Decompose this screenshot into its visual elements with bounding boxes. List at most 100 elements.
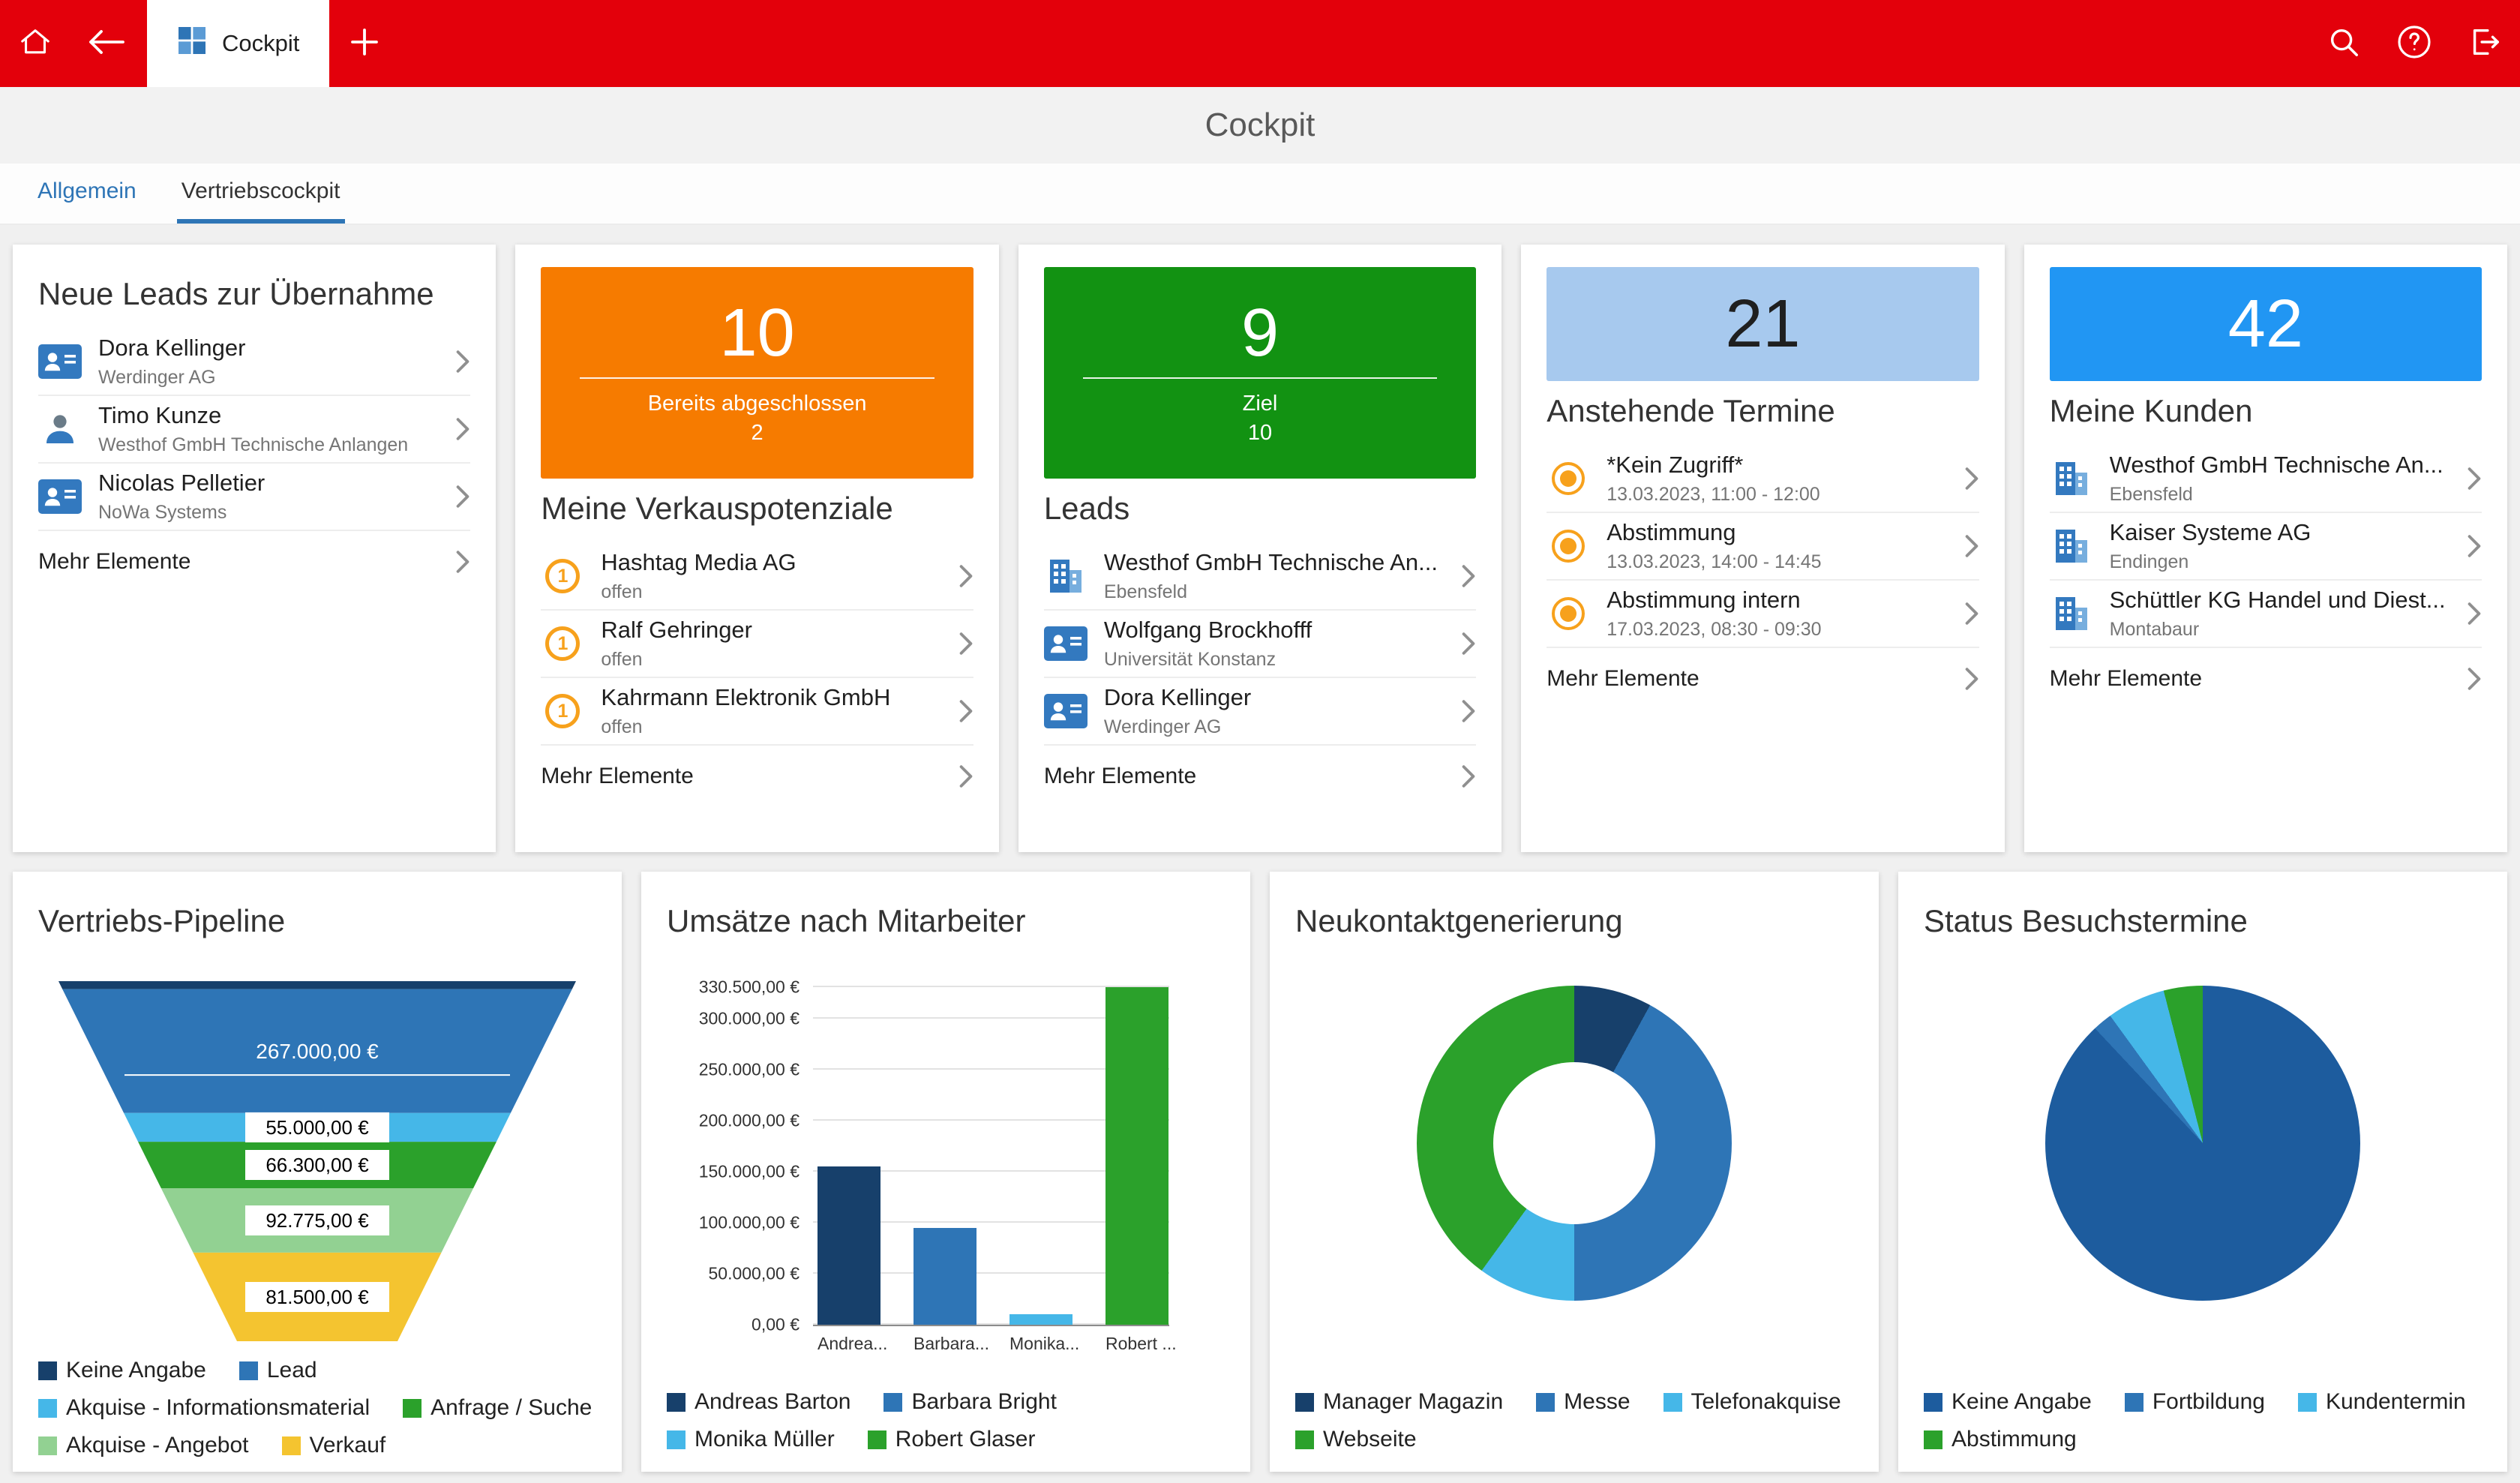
open-tab-cockpit[interactable]: Cockpit [147, 0, 329, 87]
more-elements[interactable]: Mehr Elemente [1044, 746, 1476, 807]
view-tabs: Allgemein Vertriebscockpit [0, 164, 2520, 225]
y-axis-tick-label: 50.000,00 € [708, 1263, 800, 1283]
list-item[interactable]: Dora KellingerWerdinger AG [1044, 678, 1476, 746]
tab-label: Cockpit [222, 30, 299, 57]
more-elements[interactable]: Mehr Elemente [2050, 648, 2482, 710]
logout-button[interactable] [2450, 0, 2520, 87]
list-item[interactable]: 1Ralf Gehringeroffen [541, 611, 973, 678]
list-item[interactable]: Timo KunzeWesthof GmbH Technische Anlang… [38, 396, 470, 464]
tab-allgemein[interactable]: Allgemein [33, 164, 141, 224]
item-title: Hashtag Media AG [601, 549, 941, 576]
chevron-right-icon [1964, 467, 1979, 491]
card-vertriebs-pipeline: Vertriebs-Pipeline 267.000,00 €55.000,00… [13, 872, 622, 1472]
contact-card-icon [38, 479, 82, 514]
chevron-right-icon [455, 550, 470, 574]
list-item[interactable]: Abstimmung intern17.03.2023, 08:30 - 09:… [1546, 581, 1978, 648]
item-title: Schüttler KG Handel und Diest... [2110, 587, 2450, 614]
chart-title: Status Besuchstermine [1924, 903, 2482, 939]
more-elements[interactable]: Mehr Elemente [38, 531, 470, 593]
item-subtitle: Ebensfeld [2110, 484, 2450, 506]
card-title: Meine Verkauspotenziale [541, 491, 973, 527]
list-item[interactable]: Wolfgang BrockhofffUniversität Konstanz [1044, 611, 1476, 678]
list-item[interactable]: Westhof GmbH Technische An... Ebensfeld [2050, 446, 2482, 513]
list-item[interactable]: Kaiser Systeme AGEndingen [2050, 513, 2482, 581]
window-icon [177, 26, 207, 62]
home-button[interactable] [0, 0, 70, 87]
card-title: Anstehende Termine [1546, 393, 1978, 429]
list-item[interactable]: Dora Kellinger Werdinger AG [38, 329, 470, 396]
list-item[interactable]: Abstimmung13.03.2023, 14:00 - 14:45 [1546, 513, 1978, 581]
more-elements[interactable]: Mehr Elemente [541, 746, 973, 807]
list-item[interactable]: Westhof GmbH Technische An...Ebensfeld [1044, 543, 1476, 611]
legend-label: Webseite [1323, 1427, 1417, 1452]
legend-item: Anfrage / Suche [403, 1395, 592, 1421]
item-title: Westhof GmbH Technische An... [1104, 549, 1444, 576]
kpi-tile-leads[interactable]: 9 Ziel 10 [1044, 267, 1476, 479]
card-list: 1Hashtag Media AGoffen1Ralf Gehringeroff… [541, 543, 973, 746]
item-subtitle: Montabaur [2110, 619, 2450, 641]
card-leads: 9 Ziel 10 Leads Westhof GmbH Technische … [1018, 245, 1502, 852]
appointment-icon [1546, 597, 1590, 630]
list-item[interactable]: Nicolas PelletierNoWa Systems [38, 464, 470, 531]
item-title: Abstimmung [1606, 519, 1947, 546]
kpi-value: 42 [2228, 289, 2303, 360]
card-status-besuchstermine: Status Besuchstermine Keine AngabeFortbi… [1898, 872, 2507, 1472]
item-title: Timo Kunze [98, 402, 439, 429]
item-title: Kahrmann Elektronik GmbH [601, 684, 941, 711]
company-icon [2050, 527, 2093, 565]
chart-legend: Andreas BartonBarbara BrightMonika Mülle… [667, 1373, 1225, 1452]
y-axis-tick-label: 0,00 € [752, 1315, 800, 1335]
kpi-tile-verkaufspotenziale[interactable]: 10 Bereits abgeschlossen 2 [541, 267, 973, 479]
company-icon [2050, 595, 2093, 632]
chart-title: Umsätze nach Mitarbeiter [667, 903, 1225, 939]
search-icon [2326, 25, 2361, 63]
card-list: *Kein Zugriff*13.03.2023, 11:00 - 12:00A… [1546, 446, 1978, 648]
y-axis-tick-label: 330.500,00 € [699, 977, 800, 998]
bar-x-labels: Andrea...Barbara...Monika...Robert ... [818, 1326, 1174, 1354]
company-icon [1044, 557, 1088, 595]
contact-card-icon [1044, 694, 1088, 728]
item-title: Dora Kellinger [98, 335, 439, 362]
legend-swatch [884, 1393, 902, 1412]
contact-card-icon [1044, 626, 1088, 661]
y-axis-tick-label: 200.000,00 € [699, 1110, 800, 1130]
legend-swatch [2125, 1393, 2144, 1412]
list-item[interactable]: Schüttler KG Handel und Diest... Montabau… [2050, 581, 2482, 648]
list-item[interactable]: 1Kahrmann Elektronik GmbHoffen [541, 678, 973, 746]
list-item[interactable]: 1Hashtag Media AGoffen [541, 543, 973, 611]
more-elements-label: Mehr Elemente [1044, 764, 1196, 789]
more-elements[interactable]: Mehr Elemente [1546, 648, 1978, 710]
card-termine: 21 Anstehende Termine *Kein Zugriff*13.0… [1521, 245, 2004, 852]
funnel-chart: 267.000,00 €55.000,00 €66.300,00 €92.775… [58, 981, 576, 1341]
list-item[interactable]: *Kein Zugriff*13.03.2023, 11:00 - 12:00 [1546, 446, 1978, 513]
y-axis-tick-label: 250.000,00 € [699, 1059, 800, 1079]
chevron-right-icon [2467, 467, 2482, 491]
legend-swatch [403, 1399, 422, 1418]
chevron-right-icon [455, 350, 470, 374]
kpi-tile-kunden[interactable]: 42 [2050, 267, 2482, 381]
tab-vertriebscockpit[interactable]: Vertriebscockpit [177, 164, 345, 224]
legend-swatch [667, 1393, 686, 1412]
item-subtitle: 17.03.2023, 08:30 - 09:30 [1606, 619, 1947, 641]
kpi-tile-termine[interactable]: 21 [1546, 267, 1978, 381]
pie-chart [2045, 986, 2360, 1301]
more-elements-label: Mehr Elemente [541, 764, 693, 789]
kpi-sub-label: Ziel [1243, 389, 1278, 419]
back-button[interactable] [70, 0, 141, 87]
legend-label: Messe [1564, 1389, 1630, 1415]
search-button[interactable] [2308, 0, 2379, 87]
chevron-right-icon [2467, 602, 2482, 626]
item-title: Westhof GmbH Technische An... [2110, 452, 2450, 479]
help-button[interactable] [2379, 0, 2450, 87]
legend-label: Akquise - Informationsmaterial [66, 1395, 370, 1421]
add-tab-button[interactable] [329, 0, 400, 87]
chevron-right-icon [958, 632, 974, 656]
card-title: Leads [1044, 491, 1476, 527]
plus-icon [348, 26, 381, 62]
more-elements-label: Mehr Elemente [38, 549, 190, 575]
legend-swatch [38, 1436, 57, 1455]
item-title: Nicolas Pelletier [98, 470, 439, 497]
item-title: Ralf Gehringer [601, 617, 941, 644]
svg-text:92.775,00 €: 92.775,00 € [266, 1209, 369, 1232]
item-subtitle: Werdinger AG [98, 367, 439, 389]
